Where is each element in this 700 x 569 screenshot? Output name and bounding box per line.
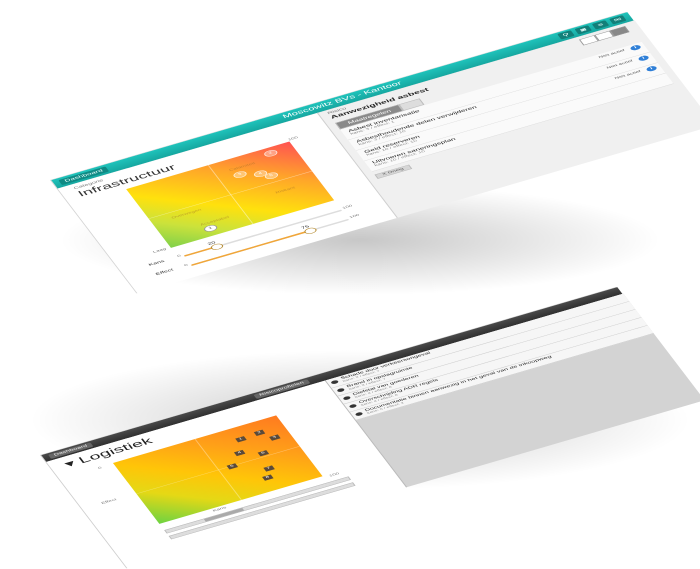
axis-max: 100 [287, 136, 299, 142]
matrix-divider-h [148, 170, 313, 219]
risk-square[interactable]: 5 [226, 463, 239, 470]
matrix-divider-h [136, 445, 300, 494]
slider-min-label: 0 [176, 254, 182, 258]
bullet-icon [336, 387, 346, 393]
risk-square[interactable]: 2 [253, 429, 266, 436]
risk-square[interactable]: 8 [262, 474, 274, 481]
bottom-axis-min: 0 [97, 466, 103, 470]
bottom-axis-max: 100 [328, 472, 341, 478]
bullet-icon [330, 379, 340, 385]
view-toggle-settings[interactable] [609, 26, 630, 37]
risk-marker[interactable]: 3 [231, 170, 249, 180]
bullet-icon [342, 395, 352, 401]
risk-square[interactable]: 4 [233, 449, 246, 457]
risk-square[interactable]: 3 [269, 434, 281, 441]
top-screen-body: Dashboard Moscowitz BVs - Kantoor ⚲ ◙ ≡ … [50, 12, 700, 294]
slider-min-label: 0 [183, 263, 189, 268]
slider-max-label: 100 [348, 213, 361, 220]
effect-slider-label: Effect [154, 268, 175, 277]
slider-max-label: 100 [341, 204, 354, 210]
bottom-y-axis-label: Effect [100, 498, 118, 505]
top-screen: Dashboard Moscowitz BVs - Kantoor ⚲ ◙ ≡ … [50, 12, 700, 294]
kans-slider-label: Kans [147, 259, 166, 267]
axis-min: Laag [152, 247, 168, 254]
bullet-icon [348, 403, 358, 409]
bullet-icon [354, 411, 364, 417]
risk-square[interactable]: 1 [235, 436, 247, 443]
quadrant-label: Riskant [274, 186, 297, 195]
risk-square[interactable]: 7 [263, 465, 275, 472]
risk-marker[interactable]: 2 [262, 148, 280, 158]
bottom-screen: Dashboard Risicoprofielen ▾ Logistiek 1 … [40, 287, 700, 569]
bottom-screen-body: Dashboard Risicoprofielen ▾ Logistiek 1 … [40, 287, 700, 569]
